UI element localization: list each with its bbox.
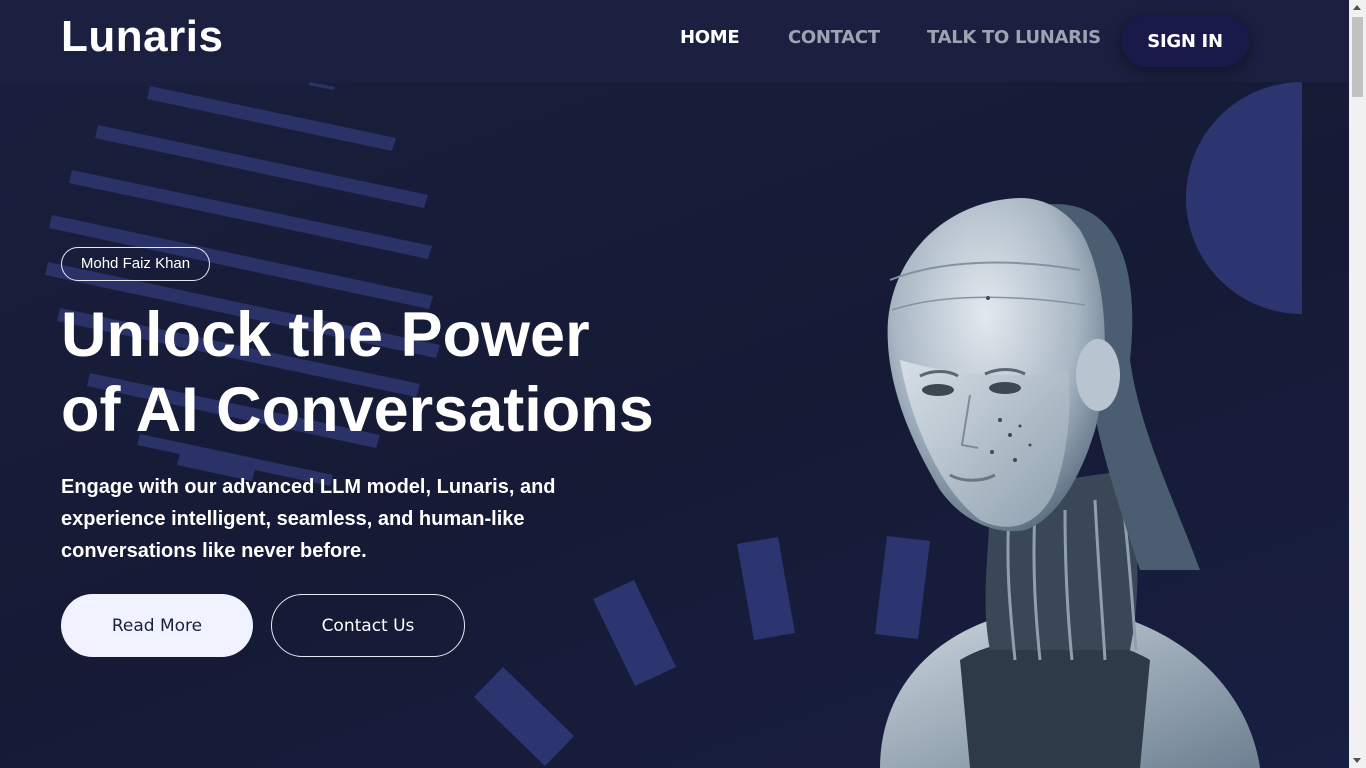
sign-in-button[interactable]: SIGN IN xyxy=(1121,15,1249,67)
logo[interactable]: Lunaris xyxy=(61,12,223,62)
headline-line-1: Unlock the Power xyxy=(61,300,590,370)
scroll-down-arrow-icon[interactable] xyxy=(1353,758,1361,763)
hero-headline: Unlock the Power of AI Conversations xyxy=(61,298,701,448)
robot-illustration xyxy=(880,198,1260,768)
site-header: Lunaris HOME CONTACT TALK TO LUNARIS SIG… xyxy=(0,0,1349,82)
nav-talk-to-lunaris[interactable]: TALK TO LUNARIS xyxy=(927,27,1101,48)
landing-page: Lunaris HOME CONTACT TALK TO LUNARIS SIG… xyxy=(0,0,1366,768)
nav-contact[interactable]: CONTACT xyxy=(788,27,880,48)
vertical-scrollbar[interactable] xyxy=(1349,0,1366,768)
scroll-thumb[interactable] xyxy=(1352,17,1363,97)
read-more-button[interactable]: Read More xyxy=(61,594,253,657)
headline-line-2: of AI Conversations xyxy=(61,375,654,445)
scroll-up-arrow-icon[interactable] xyxy=(1353,5,1361,10)
contact-us-button[interactable]: Contact Us xyxy=(271,594,465,657)
nav-home[interactable]: HOME xyxy=(680,27,740,48)
hero-description: Engage with our advanced LLM model, Luna… xyxy=(61,476,556,562)
author-badge: Mohd Faiz Khan xyxy=(61,247,210,281)
